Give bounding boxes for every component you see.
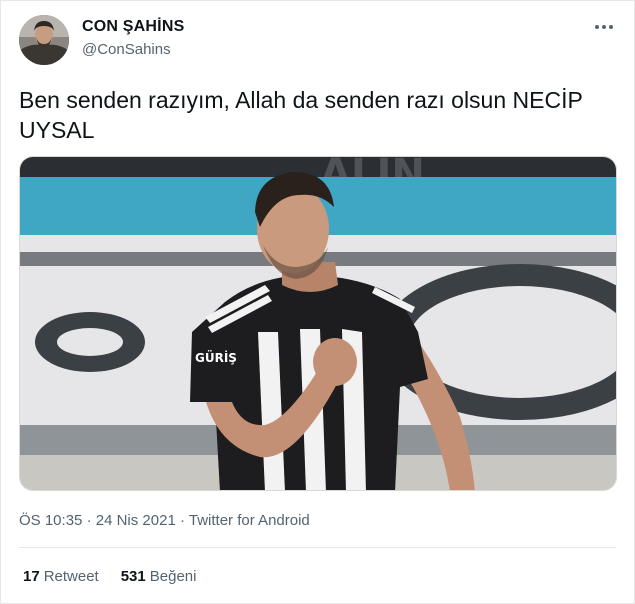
avatar-image [19,15,69,65]
meta-separator: · [179,512,185,529]
tweet-time[interactable]: ÖS 10:35 [19,512,82,529]
more-dots-icon[interactable] [592,15,616,39]
football-player-photo: ALIN [20,157,616,490]
tweet-date[interactable]: 24 Nis 2021 [96,512,176,529]
tweet-media-photo[interactable]: ALIN [19,156,617,491]
retweets-stat[interactable]: 17 Retweet [23,568,99,585]
retweets-label: Retweet [43,568,99,585]
tweet-text: Ben senden razıyım, Allah da senden razı… [19,87,583,143]
avatar[interactable] [19,15,69,65]
author-handle[interactable]: @ConSahins [82,41,171,58]
tweet-meta: ÖS 10:35 · 24 Nis 2021 · Twitter for And… [19,512,310,529]
jersey-sponsor-text: GÜRİŞ [195,350,237,365]
likes-label: Beğeni [149,568,197,585]
tweet-stats: 17 Retweet 531 Beğeni [23,568,196,585]
likes-count: 531 [120,568,146,585]
divider [19,547,616,548]
retweets-count: 17 [23,568,40,585]
author-display-name[interactable]: CON ŞAHİNS [82,18,184,36]
tweet-source[interactable]: Twitter for Android [189,512,310,529]
tweet-card: CON ŞAHİNS @ConSahins Ben senden razıyım… [0,0,635,604]
meta-separator: · [86,512,92,529]
likes-stat[interactable]: 531 Beğeni [121,568,197,585]
